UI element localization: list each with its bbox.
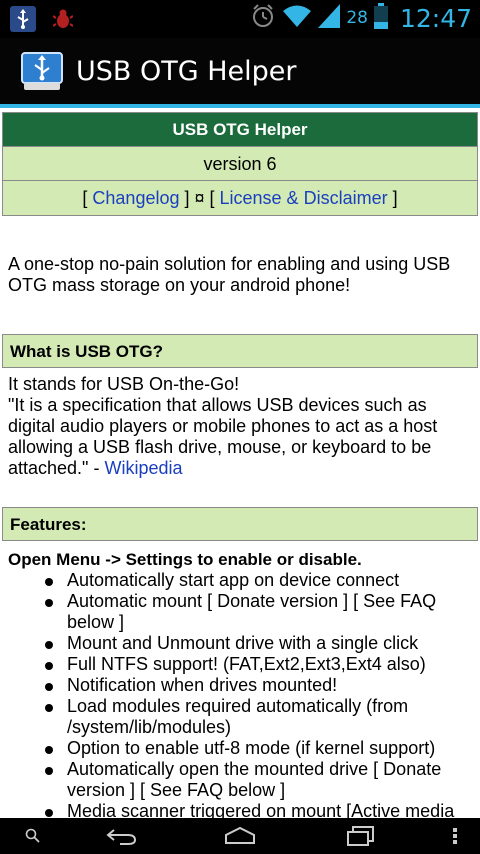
list-item: Mount and Unmount drive with a single cl… xyxy=(45,633,470,654)
list-item: Media scanner triggered on mount [Active… xyxy=(45,801,470,818)
list-item: Automatically open the mounted drive [ D… xyxy=(45,759,470,801)
what-is-heading: What is USB OTG? xyxy=(2,334,478,368)
bullet-icon xyxy=(45,704,53,712)
list-item: Notification when drives mounted! xyxy=(45,675,470,696)
what-is-quote-text: "It is a specification that allows USB d… xyxy=(8,395,438,478)
usb-drive-icon[interactable] xyxy=(20,49,64,93)
what-is-line1: It stands for USB On-the-Go! xyxy=(8,374,240,394)
intro-text: A one-stop no-pain solution for enabling… xyxy=(8,254,451,295)
action-bar: USB OTG Helper xyxy=(0,38,480,104)
battery-icon xyxy=(373,3,388,33)
back-icon[interactable] xyxy=(100,822,142,850)
link-separator: ] ¤ [ xyxy=(179,188,220,208)
signal-icon xyxy=(318,4,341,32)
wikipedia-link[interactable]: Wikipedia xyxy=(104,458,182,478)
navigation-bar xyxy=(0,818,480,854)
home-icon[interactable] xyxy=(220,822,260,850)
search-icon[interactable] xyxy=(18,822,48,850)
list-item: Option to enable utf-8 mode (if kernel s… xyxy=(45,738,470,759)
header-version: version 6 xyxy=(3,147,477,181)
notification-area[interactable] xyxy=(10,6,76,32)
battery-percent: 28 xyxy=(346,8,368,28)
bullet-icon xyxy=(45,746,53,754)
bracket-open: [ xyxy=(82,188,93,208)
bullet-icon xyxy=(45,641,53,649)
menu-icon[interactable] xyxy=(445,822,465,850)
changelog-link[interactable]: Changelog xyxy=(92,188,179,208)
features-heading: Features: xyxy=(2,507,478,541)
header-table: USB OTG Helper version 6 [ Changelog ] ¤… xyxy=(2,112,478,216)
list-item: Automatic mount [ Donate version ] [ See… xyxy=(45,591,470,633)
bullet-icon xyxy=(45,683,53,691)
what-is-body: It stands for USB On-the-Go! "It is a sp… xyxy=(0,368,480,479)
content-webview[interactable]: USB OTG Helper version 6 [ Changelog ] ¤… xyxy=(0,108,480,818)
bracket-close: ] xyxy=(387,188,398,208)
wifi-icon xyxy=(282,4,312,32)
bullet-icon xyxy=(45,578,53,586)
usb-icon xyxy=(10,6,36,32)
header-title: USB OTG Helper xyxy=(3,113,477,147)
clock: 12:47 xyxy=(399,3,472,33)
bullet-icon xyxy=(45,599,53,607)
header-links: [ Changelog ] ¤ [ License & Disclaimer ] xyxy=(3,181,477,215)
alarm-icon xyxy=(250,3,276,33)
bug-icon xyxy=(50,6,76,32)
bullet-icon xyxy=(45,662,53,670)
list-item: Load modules required automatically (fro… xyxy=(45,696,470,738)
recent-apps-icon[interactable] xyxy=(340,822,380,850)
bullet-icon xyxy=(45,809,53,817)
license-link[interactable]: License & Disclaimer xyxy=(220,188,388,208)
app-title: USB OTG Helper xyxy=(76,55,297,87)
features-intro: Open Menu -> Settings to enable or disab… xyxy=(8,550,362,569)
status-bar: 28 12:47 xyxy=(0,0,480,38)
list-item: Automatically start app on device connec… xyxy=(45,570,470,591)
bullet-icon xyxy=(45,767,53,775)
list-item: Full NTFS support! (FAT,Ext2,Ext3,Ext4 a… xyxy=(45,654,470,675)
what-is-quote: "It is a specification that allows USB d… xyxy=(8,395,472,479)
features-list: Automatically start app on device connec… xyxy=(0,570,480,818)
system-status-icons: 28 12:47 xyxy=(250,3,472,33)
